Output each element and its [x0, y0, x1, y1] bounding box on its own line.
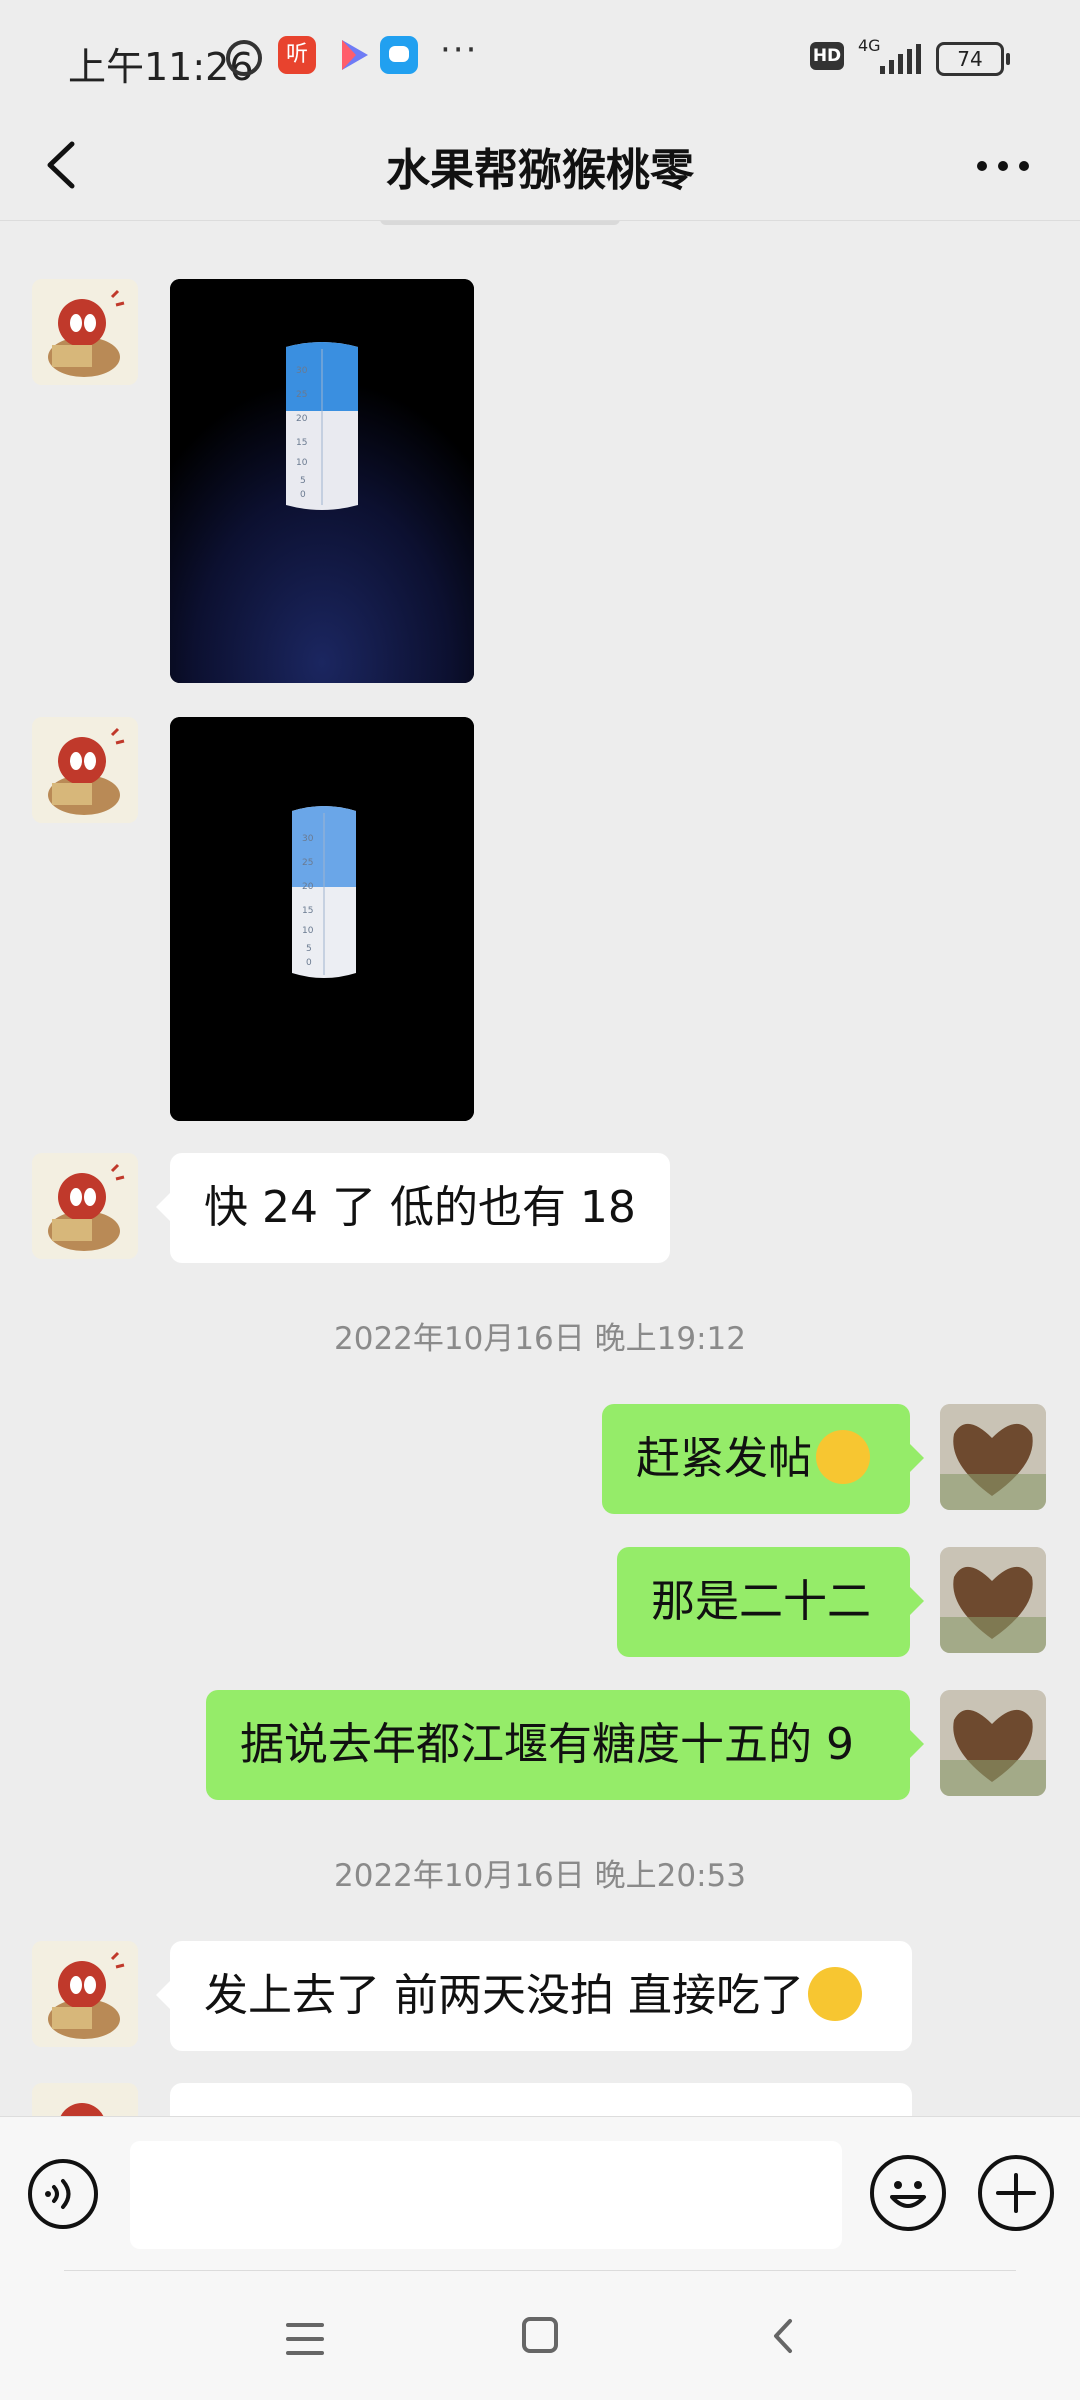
scale-label: 10	[296, 458, 308, 468]
scale-label: 20	[302, 882, 314, 892]
chat-image-refractometer-1[interactable]: 30 25 20 15 10 5 0	[170, 279, 474, 683]
message-bubble[interactable]: 据说去年都江堰有糖度十五的 9	[206, 1690, 924, 1800]
message-bubble[interactable]: 赶紧发帖	[602, 1404, 924, 1514]
scale-label: 5	[300, 476, 306, 486]
message-bubble[interactable]: 快 24 了 低的也有 18	[156, 1153, 670, 1263]
more-options-button[interactable]	[968, 136, 1038, 196]
self-avatar[interactable]	[940, 1690, 1046, 1796]
play-app-icon	[334, 36, 372, 74]
scale-label: 5	[306, 944, 312, 954]
chat-title: 水果帮猕猴桃零	[386, 145, 694, 196]
scale-label: 20	[296, 414, 308, 424]
battery-icon: 74	[936, 42, 1010, 76]
scale-label: 30	[302, 834, 314, 844]
status-bar: 上午11:26 听 ··· HD 4G 74	[0, 0, 1080, 110]
message-timestamp: 2022年10月16日 晚上20:53	[334, 1858, 746, 1894]
message-input[interactable]	[130, 2141, 842, 2249]
hd-icon: HD	[810, 42, 844, 70]
contact-avatar[interactable]	[32, 2083, 138, 2116]
message-app-icon	[380, 36, 418, 74]
contact-avatar[interactable]	[32, 279, 138, 385]
contact-avatar[interactable]	[32, 717, 138, 823]
message-text: 赶紧发帖	[636, 1433, 812, 1484]
menu-icon[interactable]	[280, 2319, 330, 2359]
voice-icon	[45, 2179, 71, 2209]
home-button[interactable]	[522, 2317, 558, 2353]
smiley-icon	[890, 2181, 926, 2208]
nav-back-icon[interactable]	[760, 2311, 810, 2361]
scale-label: 0	[300, 490, 306, 500]
chat-header: 水果帮猕猴桃零	[0, 110, 1080, 221]
chat-message-list[interactable]: 30 25 20 15 10 5 0 30 25 20 15 10 5 0 快 …	[0, 221, 1080, 2116]
message-input-bar	[0, 2116, 1080, 2271]
scale-label: 25	[302, 858, 313, 868]
self-avatar[interactable]	[940, 1547, 1046, 1653]
network-type: 4G	[858, 36, 881, 55]
message-timestamp: 2022年10月16日 晚上19:12	[334, 1321, 746, 1357]
alarm-icon	[226, 40, 262, 76]
more-notifications-icon: ···	[440, 30, 479, 70]
scale-label: 15	[296, 438, 307, 448]
message-bubble[interactable]: 那是二十二	[617, 1547, 924, 1657]
scale-label: 10	[302, 926, 314, 936]
message-bubble-partial[interactable]	[170, 2083, 912, 2116]
cut-off-timestamp	[360, 221, 720, 231]
contact-avatar[interactable]	[32, 1153, 138, 1259]
system-navigation-bar	[0, 2271, 1080, 2400]
more-dots-icon	[977, 161, 1029, 171]
self-avatar[interactable]	[940, 1404, 1046, 1510]
status-time: 上午11:26	[68, 45, 254, 89]
more-actions-button[interactable]	[978, 2155, 1054, 2231]
scale-label: 15	[302, 906, 313, 916]
ting-app-icon: 听	[278, 36, 316, 74]
message-text: 发上去了 前两天没拍 直接吃了	[204, 1970, 804, 2021]
grinning-emoji-icon	[807, 1967, 862, 2021]
voice-input-button[interactable]	[28, 2159, 98, 2229]
plus-icon	[996, 2173, 1036, 2213]
scale-label: 30	[296, 366, 308, 376]
scale-label: 0	[306, 958, 312, 968]
emoji-button[interactable]	[870, 2155, 946, 2231]
scale-label: 25	[296, 390, 307, 400]
thinking-emoji-icon	[816, 1430, 870, 1484]
signal-icon	[880, 44, 921, 74]
chat-image-refractometer-2[interactable]: 30 25 20 15 10 5 0	[170, 717, 474, 1121]
message-bubble[interactable]: 发上去了 前两天没拍 直接吃了	[156, 1941, 912, 2051]
contact-avatar[interactable]	[32, 1941, 138, 2047]
